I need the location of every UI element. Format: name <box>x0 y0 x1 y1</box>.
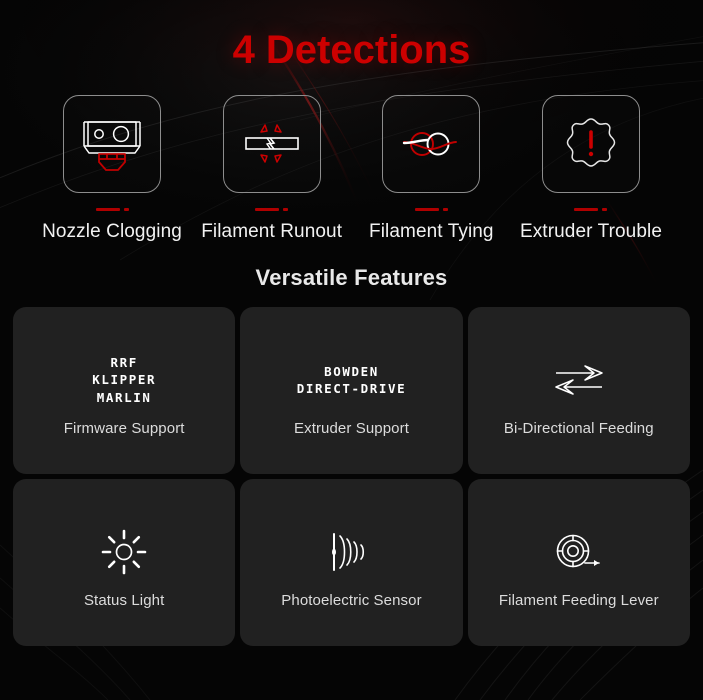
detection-icon-box <box>541 95 640 193</box>
feature-card-firmware-support[interactable]: RRF KLIPPER MARLIN Firmware Support <box>13 307 236 474</box>
detection-separator <box>95 207 129 211</box>
detection-icon-box <box>63 95 161 193</box>
firmware-text-icon: RRF KLIPPER MARLIN <box>92 344 156 416</box>
feature-icon-wrap <box>552 344 606 416</box>
detection-label: Filament Tying <box>369 221 494 242</box>
features-title: Versatile Features <box>255 265 448 290</box>
extruder-line-2: DIRECT-DRIVE <box>296 381 407 396</box>
feature-card-status-light[interactable]: Status Light <box>13 479 236 646</box>
detection-icon-box <box>222 95 321 193</box>
detection-label: Extruder Trouble <box>519 221 662 242</box>
detections-row: Nozzle Clogging Filament Runout Filament… <box>0 95 703 243</box>
detection-item-nozzle-clogging[interactable]: Nozzle Clogging <box>38 95 186 243</box>
filament-break-icon <box>244 124 299 163</box>
detection-icon-box <box>382 95 481 193</box>
feature-caption: Extruder Support <box>293 420 409 437</box>
firmware-line-2: KLIPPER <box>92 372 157 388</box>
feature-card-filament-feeding-lever[interactable]: Filament Feeding Lever <box>467 479 690 646</box>
detection-item-filament-runout[interactable]: Filament Runout <box>198 95 346 243</box>
feature-card-photoelectric-sensor[interactable]: Photoelectric Sensor <box>240 479 463 646</box>
filament-knot-icon <box>403 132 458 156</box>
feature-caption: Filament Feeding Lever <box>498 592 659 609</box>
gear-alert-icon <box>566 118 616 167</box>
hotend-nozzle-clog-icon <box>83 121 141 171</box>
page-title: 4 Detections <box>232 28 471 72</box>
feature-icon-wrap <box>327 516 375 588</box>
extruder-text-icon: BOWDEN DIRECT-DRIVE <box>297 344 407 416</box>
detection-item-filament-tying[interactable]: Filament Tying <box>357 95 505 243</box>
detection-label: Nozzle Clogging <box>42 221 182 242</box>
extruder-line-1: BOWDEN <box>324 363 379 379</box>
firmware-line-1: RRF <box>110 355 138 371</box>
feature-icon-wrap <box>100 516 148 588</box>
feature-icon-wrap <box>552 516 606 588</box>
detection-separator <box>574 207 608 211</box>
feature-caption: Firmware Support <box>63 420 185 437</box>
sun-brightness-icon <box>101 529 147 575</box>
filament-spool-icon <box>556 534 600 568</box>
firmware-line-3: MARLIN <box>96 389 152 405</box>
page-root: 4 Detections Nozzle Clogging Filament Ru… <box>0 0 703 700</box>
detection-item-extruder-trouble[interactable]: Extruder Trouble <box>517 95 665 243</box>
detection-separator <box>414 207 448 211</box>
detection-label: Filament Runout <box>201 221 343 242</box>
feature-card-bi-directional-feeding[interactable]: Bi-Directional Feeding <box>467 307 690 474</box>
feature-card-extruder-support[interactable]: BOWDEN DIRECT-DRIVE Extruder Support <box>240 307 463 474</box>
feature-caption: Status Light <box>83 592 165 609</box>
detection-separator <box>255 207 289 211</box>
signal-waves-icon <box>332 533 365 571</box>
feature-caption: Photoelectric Sensor <box>281 592 422 609</box>
features-grid: RRF KLIPPER MARLIN Firmware Support BOWD… <box>0 307 703 646</box>
feature-caption: Bi-Directional Feeding <box>503 420 654 437</box>
bidirectional-arrows-icon <box>555 365 603 395</box>
